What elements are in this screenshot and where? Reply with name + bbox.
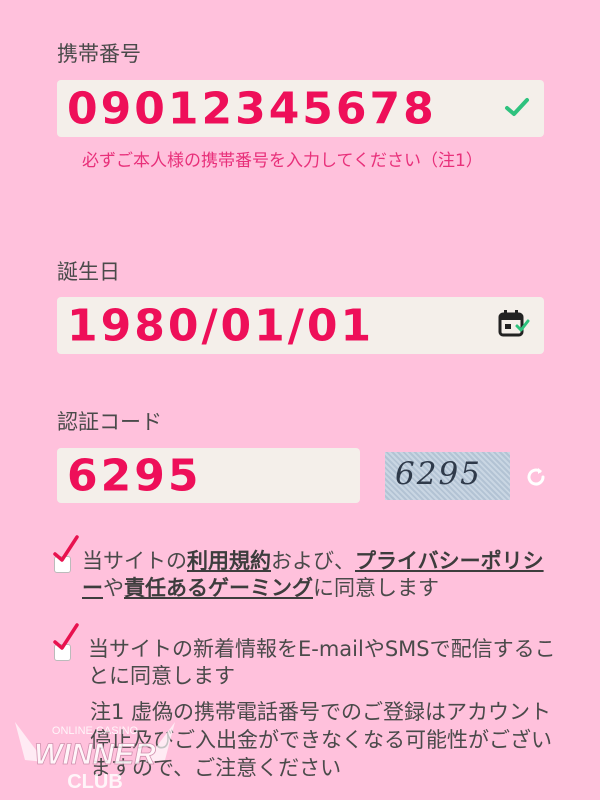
valid-check-icon (504, 96, 530, 122)
agree-terms-suffix: に同意します (313, 576, 439, 600)
phone-hint: 必ずご本人様の携帯番号を入力してください（注1） (82, 151, 483, 171)
logo-line3: CLUB (67, 771, 123, 793)
birthday-label: 誕生日 (57, 260, 120, 284)
birthday-input-value[interactable]: 1980/01/01 (67, 300, 374, 351)
agree-terms-mid1: および、 (271, 549, 355, 573)
birthday-field[interactable]: 1980/01/01 (57, 297, 544, 354)
logo-line1: ONLINE CASINO (52, 725, 139, 737)
winner-club-logo: ONLINE CASINO WINNER CLUB (5, 712, 185, 798)
captcha-text: 6295 (395, 456, 482, 492)
agree-news-text: 当サイトの新着情報をE-mailやSMSで配信することに同意します (88, 637, 556, 688)
agree-terms-prefix: 当サイトの (82, 549, 187, 573)
agree-terms-mid2: や (103, 576, 124, 600)
checkmark-icon (50, 534, 80, 568)
code-input-value[interactable]: 6295 (67, 450, 201, 501)
responsible-gaming-link[interactable]: 責任あるゲーミング (124, 576, 313, 600)
phone-field[interactable]: 09012345678 (57, 80, 544, 137)
code-label: 認証コード (57, 410, 162, 434)
code-field[interactable]: 6295 (57, 448, 360, 503)
terms-link[interactable]: 利用規約 (187, 549, 271, 573)
checkmark-icon (50, 622, 80, 656)
calendar-icon[interactable] (498, 309, 530, 343)
captcha-image: 6295 (385, 452, 510, 500)
phone-label: 携帯番号 (57, 42, 141, 66)
refresh-icon[interactable] (524, 465, 548, 493)
logo-line2: WINNER (34, 738, 156, 771)
agree-news-row[interactable]: 当サイトの新着情報をE-mailやSMSで配信することに同意します (50, 623, 560, 692)
agree-terms-row[interactable]: 当サイトの利用規約および、プライバシーポリシーや責任あるゲーミングに同意します (50, 535, 562, 630)
agree-terms-text: 当サイトの利用規約および、プライバシーポリシーや責任あるゲーミングに同意します (82, 548, 562, 602)
phone-input-value[interactable]: 09012345678 (67, 83, 437, 134)
